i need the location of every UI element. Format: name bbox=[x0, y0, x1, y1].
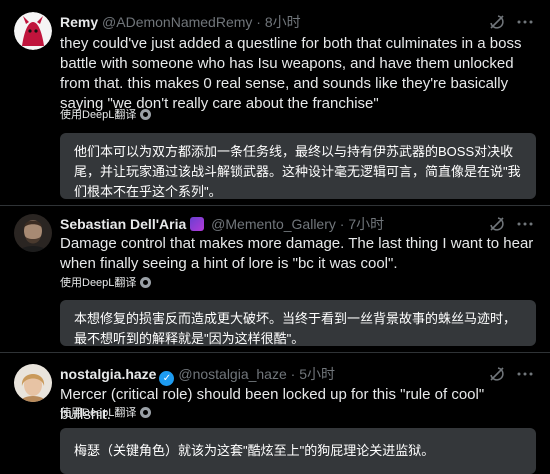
author-handle[interactable]: @ADemonNamedRemy bbox=[102, 14, 252, 30]
deepl-translate-label[interactable]: 使用DeepL翻译 bbox=[60, 277, 136, 289]
post-sebastian[interactable]: Sebastian Dell'Aria @Memento_Gallery · 7… bbox=[0, 206, 550, 350]
grok-icon[interactable] bbox=[488, 13, 506, 31]
more-icon[interactable] bbox=[516, 13, 534, 31]
translation-text: 他们本可以为双方都添加一条任务线，最终以与持有伊苏武器的BOSS对决收尾，并让玩… bbox=[74, 144, 521, 199]
deepl-translate-link[interactable]: 使用DeepL翻译 bbox=[60, 406, 152, 420]
deepl-translate-link[interactable]: 使用DeepL翻译 bbox=[60, 276, 152, 290]
post-time[interactable]: · 7小时 bbox=[340, 216, 384, 232]
translation-box: 本想修复的损害反而造成更大破坏。当终于看到一丝背景故事的蛛丝马迹时，最不想听到的… bbox=[60, 300, 536, 346]
author-handle[interactable]: @nostalgia_haze bbox=[178, 366, 286, 382]
post-time[interactable]: · 5小时 bbox=[291, 366, 335, 382]
deepl-translate-label[interactable]: 使用DeepL翻译 bbox=[60, 407, 136, 419]
post-time[interactable]: · 8小时 bbox=[256, 14, 300, 30]
post-text: Damage control that makes more damage. T… bbox=[60, 235, 534, 272]
more-icon[interactable] bbox=[516, 365, 534, 383]
translation-text: 本想修复的损害反而造成更大破坏。当终于看到一丝背景故事的蛛丝马迹时，最不想听到的… bbox=[74, 311, 517, 346]
translation-box: 梅瑟（关键角色）就该为这套"酷炫至上"的狗屁理论关进监狱。 bbox=[60, 428, 536, 474]
badge-icon bbox=[190, 217, 205, 231]
author-handle[interactable]: @Memento_Gallery bbox=[211, 216, 336, 232]
grok-icon[interactable] bbox=[488, 215, 506, 233]
post-remy[interactable]: Remy @ADemonNamedRemy · 8小时 they could'v… bbox=[0, 0, 550, 204]
deepl-translate-label[interactable]: 使用DeepL翻译 bbox=[60, 109, 136, 121]
settings-icon[interactable] bbox=[140, 277, 152, 288]
author-name[interactable]: nostalgia.haze bbox=[60, 366, 156, 382]
avatar[interactable] bbox=[14, 364, 52, 402]
post-nostalgia[interactable]: nostalgia.haze ✓ @nostalgia_haze · 5小时 Me… bbox=[0, 353, 550, 474]
translation-text: 梅瑟（关键角色）就该为这套"酷炫至上"的狗屁理论关进监狱。 bbox=[74, 443, 435, 458]
grok-icon[interactable] bbox=[488, 365, 506, 383]
author-name[interactable]: Sebastian Dell'Aria bbox=[60, 216, 186, 232]
post-text: they could've just added a questline for… bbox=[60, 35, 522, 112]
translation-box: 他们本可以为双方都添加一条任务线，最终以与持有伊苏武器的BOSS对决收尾，并让玩… bbox=[60, 133, 536, 199]
verified-badge-icon: ✓ bbox=[159, 371, 175, 386]
author-name[interactable]: Remy bbox=[60, 14, 98, 30]
avatar[interactable] bbox=[14, 214, 52, 252]
deepl-translate-link[interactable]: 使用DeepL翻译 bbox=[60, 108, 152, 122]
more-icon[interactable] bbox=[516, 215, 534, 233]
settings-icon[interactable] bbox=[140, 109, 152, 120]
avatar[interactable] bbox=[14, 12, 52, 50]
settings-icon[interactable] bbox=[140, 407, 152, 418]
